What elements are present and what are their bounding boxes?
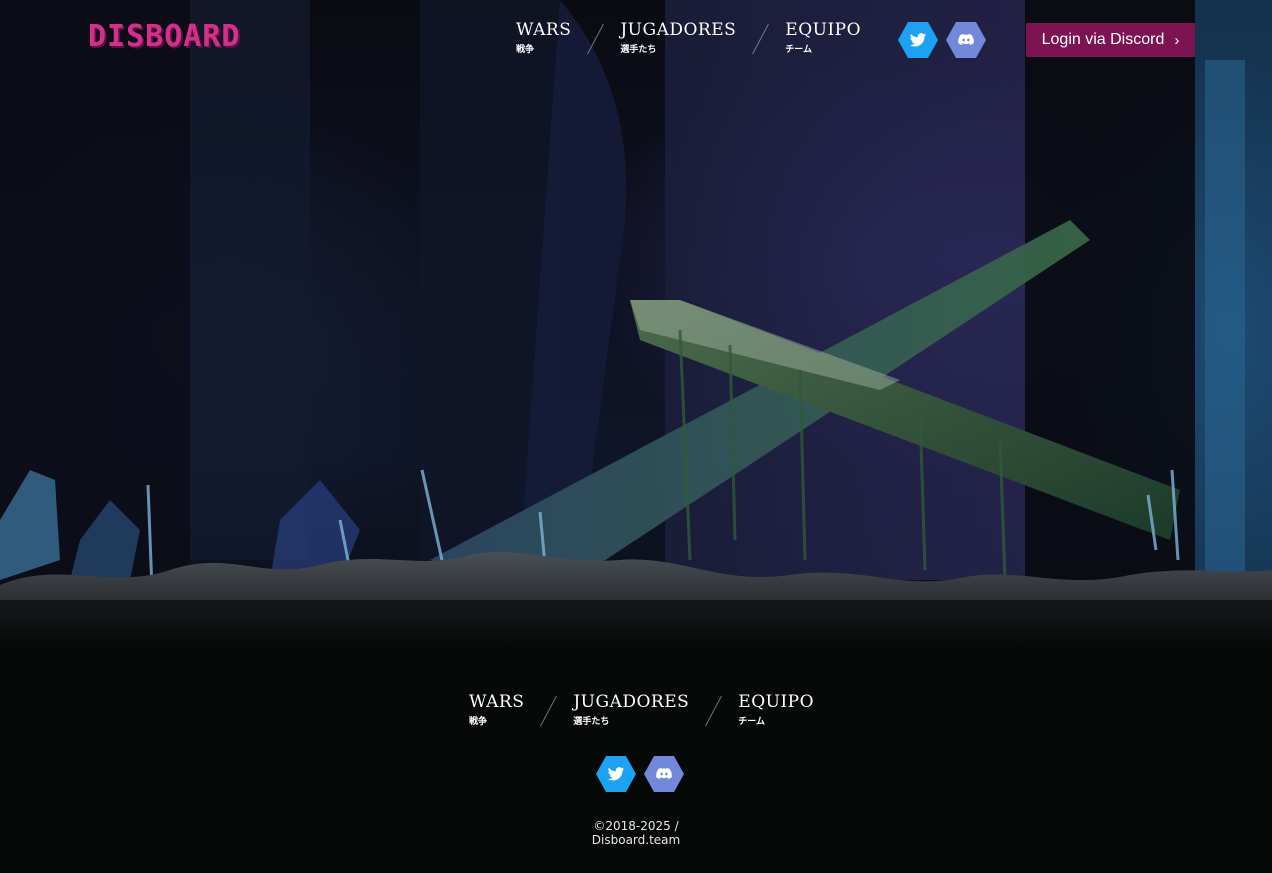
nav-divider <box>752 23 770 55</box>
nav-divider <box>587 23 605 55</box>
twitter-icon <box>909 33 927 47</box>
nav-jugadores-sublabel: 選手たち <box>620 45 657 55</box>
footer-nav-wars[interactable]: WARS 戦争 <box>469 692 524 727</box>
hero-background <box>0 0 1272 650</box>
footer-discord-link[interactable] <box>644 756 684 792</box>
nav-wars-sublabel: 戦争 <box>516 45 535 55</box>
nav-divider <box>540 695 558 727</box>
discord-icon <box>958 34 974 45</box>
footer-nav-equipo-label: EQUIPO <box>738 692 815 712</box>
nav-jugadores-label: JUGADORES <box>620 20 737 40</box>
nav-wars[interactable]: WARS 戦争 <box>516 20 571 55</box>
logo[interactable]: DISBOARD <box>88 19 241 54</box>
login-discord-button[interactable]: Login via Discord › <box>1026 23 1195 57</box>
copyright-site: Disboard.team <box>591 833 681 847</box>
footer-nav-wars-label: WARS <box>469 692 525 712</box>
footer-nav: WARS 戦争 JUGADORES 選手たち EQUIPO チーム <box>469 692 814 728</box>
footer-nav-jugadores[interactable]: JUGADORES 選手たち <box>573 692 689 727</box>
forest-illustration <box>0 0 1272 650</box>
copyright: ©2018-2025 / Disboard.team <box>0 819 1272 847</box>
discord-icon <box>656 768 672 779</box>
footer-nav-wars-sublabel: 戦争 <box>469 717 488 727</box>
footer-nav-equipo-sublabel: チーム <box>738 717 766 727</box>
footer-nav-jugadores-sublabel: 選手たち <box>573 717 610 727</box>
chevron-right-icon: › <box>1174 31 1180 49</box>
twitter-icon <box>607 767 625 781</box>
nav-equipo-sublabel: チーム <box>785 45 813 55</box>
nav-divider <box>705 695 723 727</box>
footer-nav-jugadores-label: JUGADORES <box>573 692 690 712</box>
header-nav: WARS 戦争 JUGADORES 選手たち EQUIPO チーム <box>516 20 861 56</box>
footer-twitter-link[interactable] <box>596 756 636 792</box>
nav-equipo[interactable]: EQUIPO チーム <box>785 20 861 55</box>
nav-equipo-label: EQUIPO <box>785 20 862 40</box>
nav-wars-label: WARS <box>516 20 572 40</box>
footer-nav-equipo[interactable]: EQUIPO チーム <box>738 692 814 727</box>
login-label: Login via Discord <box>1041 31 1165 48</box>
copyright-years: ©2018-2025 / <box>593 819 679 833</box>
nav-jugadores[interactable]: JUGADORES 選手たち <box>620 20 736 55</box>
